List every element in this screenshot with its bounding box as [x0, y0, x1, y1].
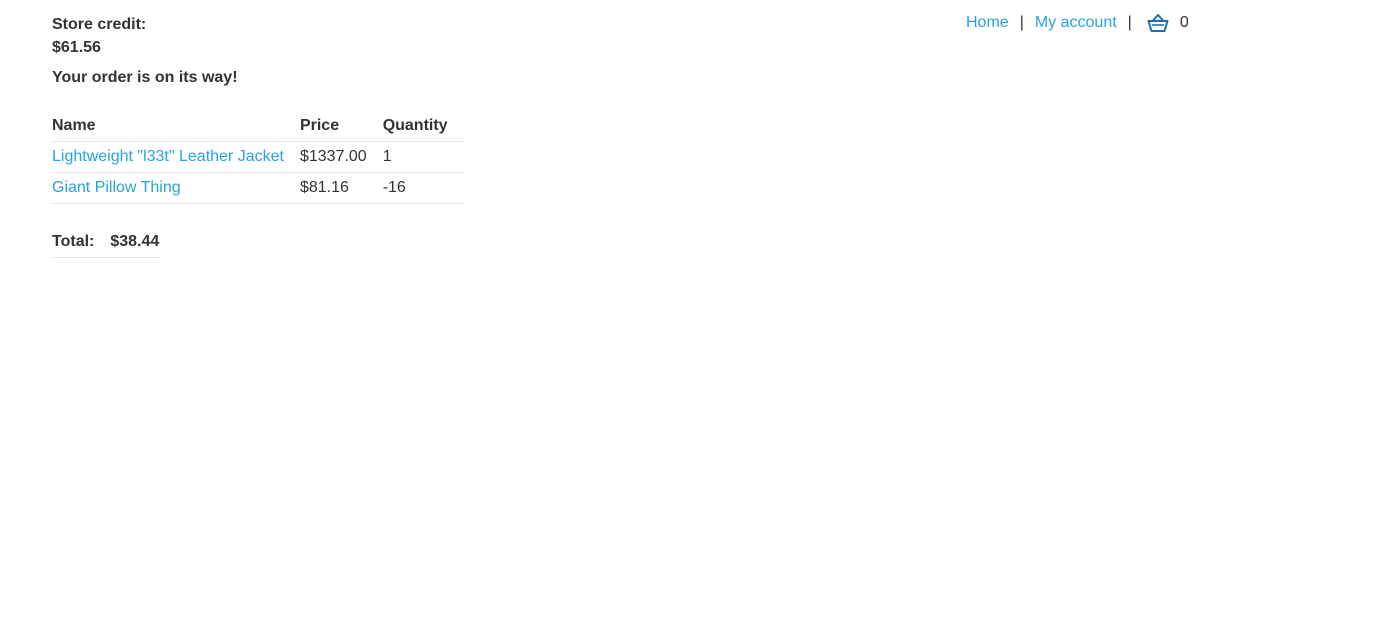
- column-header-name: Name: [52, 111, 300, 142]
- nav-separator: |: [1019, 14, 1024, 31]
- store-credit-label: Store credit:: [52, 16, 147, 33]
- order-table: Name Price Quantity Lightweight "l33t" L…: [52, 111, 464, 204]
- store-credit-value: $61.56: [52, 39, 101, 56]
- item-quantity: 1: [382, 141, 464, 173]
- column-header-price: Price: [299, 111, 383, 142]
- item-name-cell: Giant Pillow Thing: [52, 172, 300, 204]
- cart-count: 0: [1179, 14, 1189, 31]
- top-nav: Home | My account | 0: [966, 12, 1189, 34]
- total-value: $38.44: [110, 226, 160, 258]
- table-row: Giant Pillow Thing $81.16 -16: [52, 172, 464, 204]
- total-row: Total: $38.44: [52, 226, 160, 258]
- table-row: Lightweight "l33t" Leather Jacket $1337.…: [52, 141, 464, 173]
- item-price: $1337.00: [299, 141, 383, 173]
- table-header-row: Name Price Quantity: [52, 111, 464, 142]
- basket-icon[interactable]: [1147, 12, 1169, 34]
- item-quantity: -16: [382, 172, 464, 204]
- column-header-quantity: Quantity: [382, 111, 464, 142]
- order-confirmation-message: Your order is on its way!: [52, 69, 238, 86]
- item-name-link[interactable]: Lightweight "l33t" Leather Jacket: [52, 148, 284, 165]
- order-total-table: Total: $38.44: [52, 226, 160, 258]
- item-name-cell: Lightweight "l33t" Leather Jacket: [52, 141, 300, 173]
- nav-separator: |: [1127, 14, 1132, 31]
- store-credit: Store credit: $61.56: [52, 13, 146, 59]
- home-link[interactable]: Home: [966, 12, 1009, 34]
- total-label: Total:: [52, 226, 111, 258]
- item-price: $81.16: [299, 172, 383, 204]
- my-account-link[interactable]: My account: [1035, 12, 1117, 34]
- item-name-link[interactable]: Giant Pillow Thing: [52, 179, 181, 196]
- page: Store credit: $61.56 Home | My account |…: [0, 0, 1396, 634]
